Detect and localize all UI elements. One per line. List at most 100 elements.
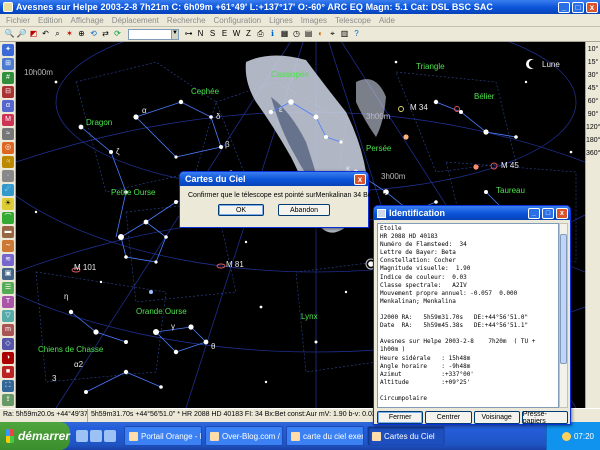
fermer-button[interactable]: Fermer (377, 411, 424, 424)
menu-recherche[interactable]: Recherche (163, 16, 210, 25)
north-icon[interactable]: N (195, 29, 206, 40)
identification-text-area[interactable]: Etoile HR 2088 HD 40183 Numéro de Flamst… (377, 223, 559, 408)
night-mode-icon[interactable]: ◑ (2, 352, 14, 364)
horizon-icon[interactable]: ⌒ (2, 212, 14, 224)
asteroids-icon[interactable]: · (2, 170, 14, 182)
labels-icon[interactable]: T (2, 296, 14, 308)
help-icon[interactable]: ? (351, 29, 362, 40)
menu-configuration[interactable]: Configuration (210, 16, 266, 25)
info-icon[interactable]: ℹ (267, 29, 278, 40)
telescope-icon[interactable]: ⌖ (327, 29, 338, 40)
fov-30[interactable]: 30° (586, 71, 600, 81)
milky-way-icon[interactable]: ≈ (2, 128, 14, 140)
calendar-icon[interactable]: ▤ (303, 29, 314, 40)
menu-deplacement[interactable]: Déplacement (108, 16, 163, 25)
start-button[interactable]: démarrer (0, 422, 70, 450)
ecliptic-icon[interactable]: ∼ (2, 240, 14, 252)
task-carte-du-ciel-exemple[interactable]: carte du ciel exem... (286, 426, 364, 446)
symbol-icon[interactable]: ◇ (2, 338, 14, 350)
flip-icon[interactable]: ⇄ (100, 29, 111, 40)
menu-edition[interactable]: Edition (34, 16, 66, 25)
fov-60[interactable]: 60° (586, 97, 600, 107)
tray-icon[interactable] (561, 431, 571, 441)
minimize-button[interactable]: _ (558, 1, 570, 13)
task-over-blog[interactable]: Over-Blog.com / ... (205, 426, 283, 446)
fov-15[interactable]: 15° (586, 58, 600, 68)
constellation-bounds-icon[interactable]: ⊞ (2, 58, 14, 70)
filter-icon[interactable]: ▽ (2, 310, 14, 322)
star-labels-icon[interactable]: α (2, 100, 14, 112)
stars-icon[interactable]: ✶ (64, 29, 75, 40)
scrollbar-thumb[interactable] (560, 234, 567, 364)
voisinage-button[interactable]: Voisinage (473, 411, 520, 424)
comets-icon[interactable]: ☄ (2, 184, 14, 196)
stop-icon[interactable]: ■ (2, 366, 14, 378)
eq-grid-icon[interactable]: # (2, 72, 14, 84)
constellation-lines-icon[interactable]: ✦ (2, 44, 14, 56)
alt-grid-icon[interactable]: ⊟ (2, 86, 14, 98)
toolbar: 🔍 🔎 ◩ ↶ ⌕ ✶ ⊕ ⟲ ⇄ ⟳ ▼ ⊶ N S E W Z ⎙ ℹ ▦ … (0, 27, 600, 42)
menu-affichage[interactable]: Affichage (66, 16, 107, 25)
fov-90[interactable]: 90° (586, 110, 600, 120)
fov-180[interactable]: 180° (586, 136, 600, 146)
browser-icon[interactable] (90, 430, 102, 442)
menu-telescope[interactable]: Telescope (331, 16, 375, 25)
ground-icon[interactable]: ▬ (2, 226, 14, 238)
browser-task-icon (129, 431, 138, 441)
fov-120[interactable]: 120° (586, 123, 600, 133)
magnitude-icon[interactable]: m (2, 324, 14, 336)
nebula-labels-icon[interactable]: M (2, 114, 14, 126)
fov-10[interactable]: 10° (586, 45, 600, 55)
undo-icon[interactable]: ↶ (40, 29, 51, 40)
planet-icon[interactable]: ◐ (315, 29, 326, 40)
fov-45[interactable]: 45° (586, 84, 600, 94)
identification-maximize-button[interactable]: □ (542, 207, 554, 219)
clock-icon[interactable]: ◷ (291, 29, 302, 40)
search-icon[interactable]: ⌕ (52, 29, 63, 40)
zoom-area-icon[interactable]: ◩ (28, 29, 39, 40)
chevron-down-icon[interactable]: ▼ (171, 28, 179, 40)
printer-icon[interactable]: ⎙ (255, 29, 266, 40)
desktop-icon[interactable] (76, 430, 88, 442)
abandon-button[interactable]: Abandon (278, 204, 330, 216)
zenith-icon[interactable]: Z (243, 29, 254, 40)
images-icon[interactable]: ▣ (2, 268, 14, 280)
galactic-icon[interactable]: ≋ (2, 254, 14, 266)
rotate-icon[interactable]: ⟲ (88, 29, 99, 40)
task-portail-orange[interactable]: Portail Orange - M... (124, 426, 202, 446)
menu-images[interactable]: Images (297, 16, 331, 25)
menu-fichier[interactable]: Fichier (2, 16, 34, 25)
export-icon[interactable]: ⇪ (2, 394, 14, 406)
grid-icon[interactable]: ▦ (279, 29, 290, 40)
identification-scrollbar[interactable] (559, 223, 568, 408)
identification-close-button[interactable]: x (556, 207, 568, 219)
menu-lignes[interactable]: Lignes (265, 16, 297, 25)
binoculars-icon[interactable]: ⊶ (183, 29, 194, 40)
zoom-in-icon[interactable]: 🔍 (4, 29, 15, 40)
centrer-button[interactable]: Centrer (425, 411, 472, 424)
taskbar: démarrer Portail Orange - M... Over-Blog… (0, 422, 600, 450)
fov-360[interactable]: 360° (586, 149, 600, 159)
ok-button[interactable]: OK (218, 204, 264, 216)
zoom-combo[interactable] (128, 28, 172, 40)
close-button[interactable]: x (586, 1, 598, 13)
chart-icon[interactable]: ▥ (339, 29, 350, 40)
mail-icon[interactable] (104, 430, 116, 442)
east-icon[interactable]: E (219, 29, 230, 40)
maximize-button[interactable]: □ (572, 1, 584, 13)
fullscreen-icon[interactable]: ⛶ (2, 380, 14, 392)
presse-papiers-button[interactable]: Presse-papiers (521, 411, 568, 425)
task-cartes-du-ciel[interactable]: Cartes du Ciel (367, 426, 445, 446)
identification-minimize-button[interactable]: _ (528, 207, 540, 219)
menu-aide[interactable]: Aide (375, 16, 399, 25)
planets-icon[interactable]: ♃ (2, 156, 14, 168)
centre-icon[interactable]: ⊕ (76, 29, 87, 40)
lamp-icon[interactable]: ☀ (2, 198, 14, 210)
west-icon[interactable]: W (231, 29, 242, 40)
zoom-out-icon[interactable]: 🔎 (16, 29, 27, 40)
dialog-close-button[interactable]: x (354, 173, 366, 185)
south-icon[interactable]: S (207, 29, 218, 40)
catalog-icon[interactable]: ☰ (2, 282, 14, 294)
refresh-icon[interactable]: ⟳ (112, 29, 123, 40)
galaxies-icon[interactable]: ◎ (2, 142, 14, 154)
